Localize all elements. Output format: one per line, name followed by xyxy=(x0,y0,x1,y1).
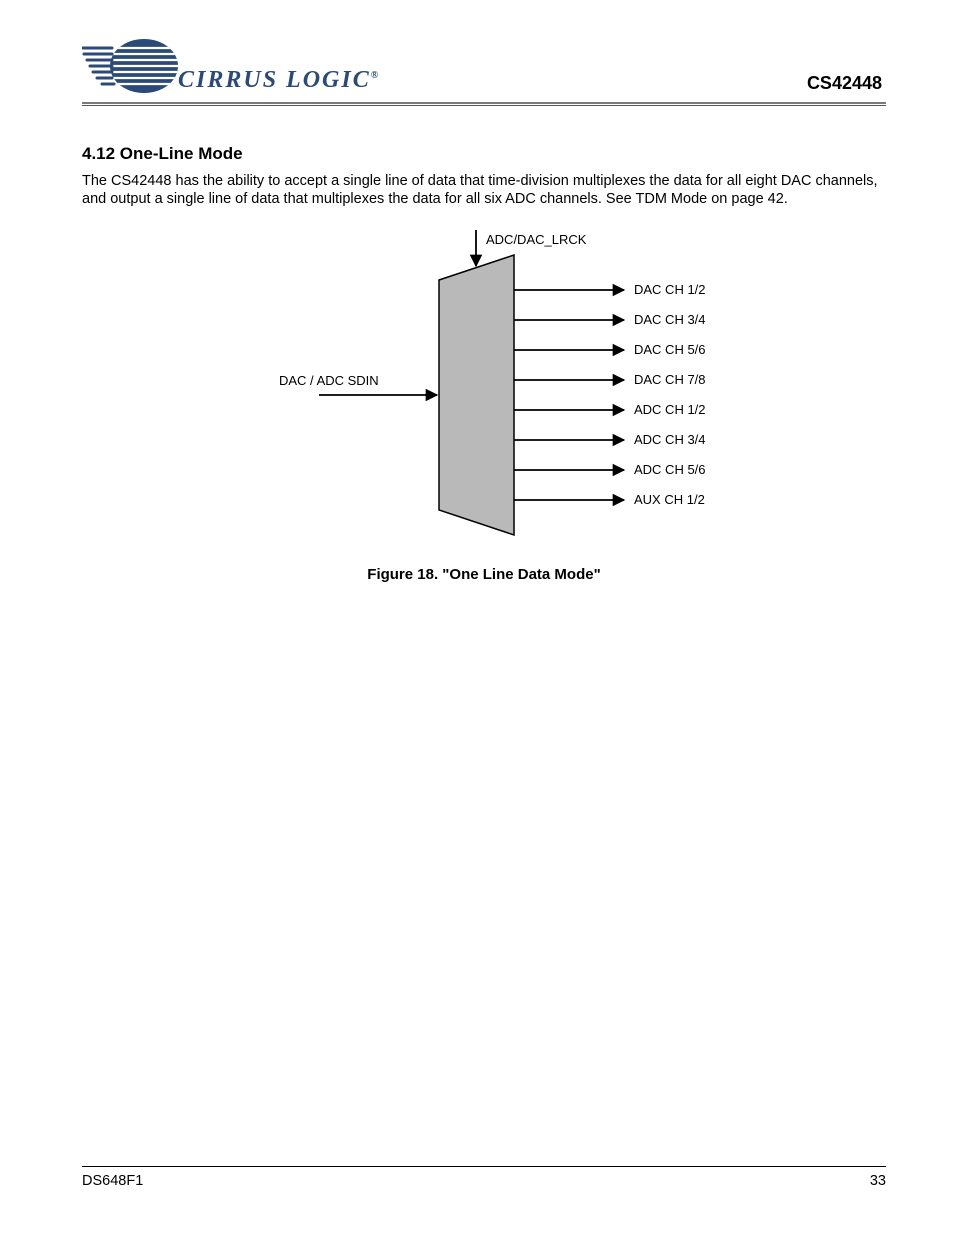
figure-caption: Figure 18. "One Line Data Mode" xyxy=(82,566,886,583)
footer-rule xyxy=(82,1166,886,1167)
logo-globe-icon xyxy=(82,36,182,96)
page: CIRRUS LOGIC® CS42448 4.12 One-Line Mode… xyxy=(0,0,954,1235)
top-label: ADC/DAC_LRCK xyxy=(486,232,587,247)
header: CIRRUS LOGIC® CS42448 xyxy=(82,36,886,96)
output-arrows xyxy=(514,290,624,500)
registered-icon: ® xyxy=(371,70,380,81)
output-label: DAC CH 3/4 xyxy=(634,312,706,327)
demux-diagram: ADC/DAC_LRCK DAC / ADC SDIN DAC CH 1/2 D… xyxy=(224,230,744,560)
footer-page-number: 33 xyxy=(870,1173,886,1189)
logo-text: CIRRUS LOGIC® xyxy=(178,67,380,96)
output-label: DAC CH 5/6 xyxy=(634,342,706,357)
doc-id: CS42448 xyxy=(807,73,886,96)
output-label: DAC CH 1/2 xyxy=(634,282,706,297)
logo-text-label: CIRRUS LOGIC xyxy=(178,67,371,93)
section-heading: 4.12 One-Line Mode xyxy=(82,144,886,164)
footer-left: DS648F1 xyxy=(82,1173,143,1189)
output-label: ADC CH 1/2 xyxy=(634,402,706,417)
footer: DS648F1 33 xyxy=(82,1166,886,1189)
output-label: ADC CH 5/6 xyxy=(634,462,706,477)
output-label: DAC CH 7/8 xyxy=(634,372,706,387)
figure: ADC/DAC_LRCK DAC / ADC SDIN DAC CH 1/2 D… xyxy=(82,230,886,570)
header-rule xyxy=(82,102,886,106)
section-paragraph: The CS42448 has the ability to accept a … xyxy=(82,172,886,208)
output-label: ADC CH 3/4 xyxy=(634,432,706,447)
brand-logo: CIRRUS LOGIC® xyxy=(82,36,380,96)
demux-body xyxy=(439,255,514,535)
output-label: AUX CH 1/2 xyxy=(634,492,705,507)
left-label: DAC / ADC SDIN xyxy=(279,373,379,388)
